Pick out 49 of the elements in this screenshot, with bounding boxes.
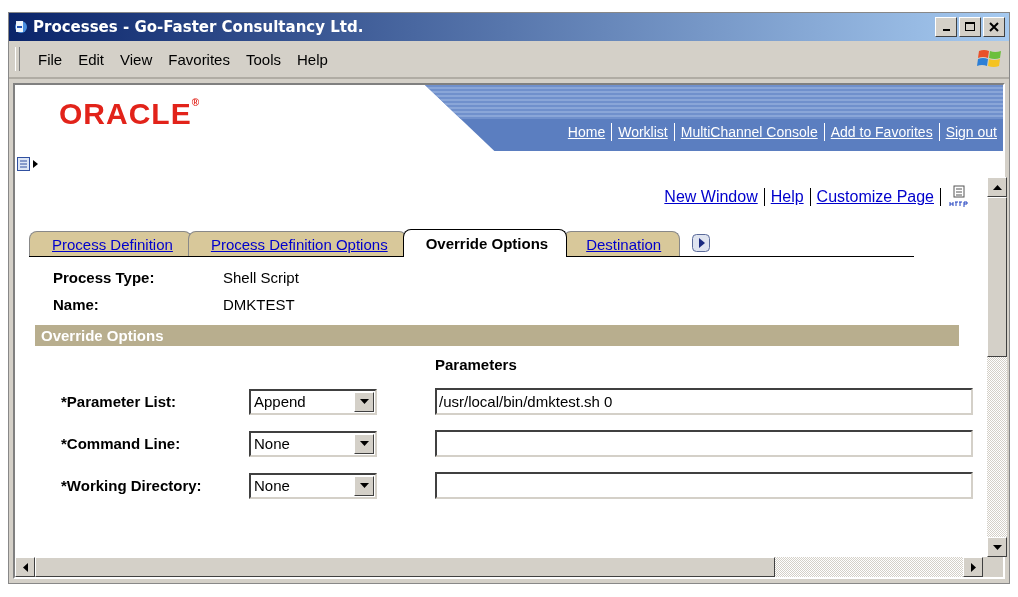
input-field[interactable]: /usr/local/bin/dmktest.sh 0 [435, 388, 973, 415]
nav-link[interactable]: Worklist [618, 124, 668, 140]
field-label: Process Type: [53, 269, 156, 286]
menu-toggle-icon[interactable] [17, 157, 39, 171]
page-link[interactable]: Help [770, 188, 804, 206]
tab[interactable]: Override Options [402, 229, 568, 257]
tab[interactable]: Process Definition [29, 231, 192, 257]
page-link[interactable]: Customize Page [816, 188, 934, 206]
menu-item[interactable]: Help [289, 50, 336, 68]
dropdown[interactable]: Append [249, 388, 377, 415]
horizontal-scrollbar[interactable] [15, 557, 1003, 577]
dropdown[interactable]: None [249, 430, 377, 457]
maximize-button[interactable] [959, 17, 981, 37]
menu-item[interactable]: Favorites [160, 50, 238, 68]
field-label: *Working Directory: [61, 477, 203, 494]
browser-icon [13, 19, 29, 35]
field-label: Name: [53, 296, 100, 313]
menu-item[interactable]: View [112, 50, 161, 68]
oracle-logo: ORACLE$^{®}$ [58, 96, 202, 132]
scroll-left-icon[interactable] [22, 562, 28, 572]
minimize-icon [942, 29, 950, 31]
column-header: Parameters [435, 356, 518, 373]
field-value: Shell Script [223, 269, 299, 286]
input-field[interactable] [435, 472, 973, 499]
menu-item[interactable]: Tools [237, 50, 289, 68]
field-value: DMKTEST [223, 296, 295, 313]
nav-link[interactable]: Sign out [945, 124, 997, 140]
scrollbar-corner [983, 557, 1003, 577]
minimize-button[interactable] [935, 17, 957, 37]
menu-item[interactable]: File [30, 50, 71, 68]
close-icon [989, 22, 999, 32]
dropdown[interactable]: None [249, 472, 377, 499]
window-title: Processes - Go-Faster Consultancy Ltd. [33, 18, 364, 36]
next-tab-icon[interactable] [692, 234, 711, 252]
nav-link[interactable]: Add to Favorites [830, 124, 933, 140]
maximize-icon [965, 22, 975, 32]
input-field[interactable] [435, 430, 973, 457]
field-label: *Command Line: [61, 435, 182, 452]
scroll-up-icon[interactable] [992, 184, 1002, 190]
section-header: Override Options [35, 325, 959, 346]
menu-item[interactable]: Edit [70, 50, 113, 68]
page-link[interactable]: New Window [664, 188, 758, 206]
nav-link[interactable]: Home [567, 124, 606, 140]
field-label: *Parameter List: [61, 393, 178, 410]
nav-link[interactable]: MultiChannel Console [680, 124, 818, 140]
scroll-right-icon[interactable] [970, 562, 976, 572]
scroll-down-icon[interactable] [992, 544, 1002, 550]
close-button[interactable] [983, 17, 1005, 37]
vertical-scrollbar[interactable] [987, 177, 1007, 557]
